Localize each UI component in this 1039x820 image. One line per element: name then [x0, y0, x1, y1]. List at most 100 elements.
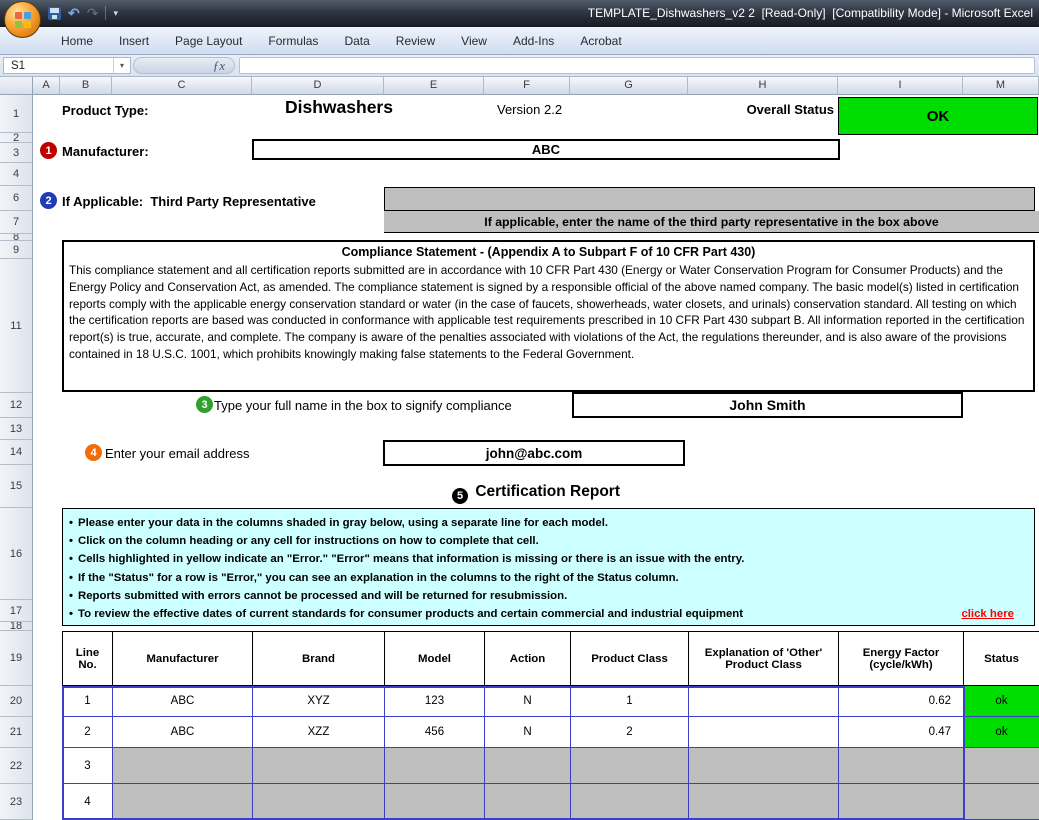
table-cell[interactable]	[689, 748, 839, 784]
table-column-header[interactable]: Product Class	[571, 632, 689, 685]
table-cell[interactable]	[385, 784, 485, 820]
table-column-header[interactable]: Action	[485, 632, 571, 685]
table-cell[interactable]: 3	[63, 748, 113, 784]
tab-acrobat[interactable]: Acrobat	[567, 27, 634, 55]
table-cell[interactable]	[689, 686, 839, 717]
table-cell[interactable]	[113, 748, 253, 784]
row-header-8[interactable]: 8	[0, 234, 32, 241]
row-header-9[interactable]: 9	[0, 241, 32, 259]
undo-icon[interactable]: ↶	[68, 3, 80, 23]
row-header-13[interactable]: 13	[0, 418, 32, 440]
formula-input[interactable]	[239, 57, 1035, 74]
row-header-6[interactable]: 6	[0, 186, 32, 211]
table-cell[interactable]	[385, 748, 485, 784]
table-cell[interactable]	[113, 784, 253, 820]
table-cell[interactable]: ABC	[113, 717, 253, 748]
row-header-12[interactable]: 12	[0, 393, 32, 418]
table-column-header[interactable]: Status	[964, 632, 1039, 685]
table-cell[interactable]	[485, 784, 571, 820]
table-cell[interactable]: 1	[63, 686, 113, 717]
table-cell[interactable]	[839, 784, 964, 820]
table-cell[interactable]: 1	[571, 686, 689, 717]
tab-review[interactable]: Review	[383, 27, 448, 55]
row-header-20[interactable]: 20	[0, 686, 32, 717]
row-header-11[interactable]: 11	[0, 259, 32, 393]
redo-icon[interactable]: ↷	[87, 3, 99, 23]
signature-input[interactable]: John Smith	[572, 392, 963, 418]
row-header-17[interactable]: 17	[0, 600, 32, 622]
table-column-header[interactable]: Line No.	[63, 632, 113, 685]
table-cell[interactable]: N	[485, 686, 571, 717]
table-cell[interactable]: 0.62	[839, 686, 964, 717]
column-header-A[interactable]: A	[33, 77, 60, 94]
chevron-down-icon[interactable]: ▾	[113, 58, 130, 73]
row-header-21[interactable]: 21	[0, 717, 32, 748]
column-header-E[interactable]: E	[384, 77, 484, 94]
column-header-H[interactable]: H	[688, 77, 838, 94]
table-cell[interactable]: XZZ	[253, 717, 385, 748]
select-all-corner[interactable]	[0, 77, 33, 94]
table-cell[interactable]	[964, 748, 1039, 784]
row-header-23[interactable]: 23	[0, 784, 32, 820]
tab-page-layout[interactable]: Page Layout	[162, 27, 255, 55]
table-cell[interactable]	[689, 717, 839, 748]
table-cell[interactable]: 0.47	[839, 717, 964, 748]
table-cell[interactable]	[485, 748, 571, 784]
table-column-header[interactable]: Manufacturer	[113, 632, 253, 685]
row-header-16[interactable]: 16	[0, 508, 32, 600]
table-column-header[interactable]: Model	[385, 632, 485, 685]
column-header-D[interactable]: D	[252, 77, 384, 94]
table-cell[interactable]	[571, 784, 689, 820]
row-header-2[interactable]: 2	[0, 133, 32, 143]
column-header-B[interactable]: B	[60, 77, 112, 94]
table-cell[interactable]: 456	[385, 717, 485, 748]
row-header-15[interactable]: 15	[0, 465, 32, 508]
tab-home[interactable]: Home	[48, 27, 106, 55]
row-header-3[interactable]: 3	[0, 143, 32, 163]
row-header-1[interactable]: 1	[0, 95, 32, 133]
table-cell[interactable]: XYZ	[253, 686, 385, 717]
row-header-7[interactable]: 7	[0, 211, 32, 234]
table-cell[interactable]: 2	[571, 717, 689, 748]
save-icon[interactable]	[48, 7, 61, 20]
table-cell[interactable]: N	[485, 717, 571, 748]
tab-add-ins[interactable]: Add-Ins	[500, 27, 567, 55]
table-column-header[interactable]: Energy Factor (cycle/kWh)	[839, 632, 964, 685]
row-header-14[interactable]: 14	[0, 440, 32, 465]
table-cell[interactable]	[839, 748, 964, 784]
table-cell[interactable]: 123	[385, 686, 485, 717]
table-cell[interactable]: ABC	[113, 686, 253, 717]
tab-insert[interactable]: Insert	[106, 27, 162, 55]
table-cell[interactable]	[253, 784, 385, 820]
table-cell[interactable]	[964, 784, 1039, 820]
table-cell[interactable]: 2	[63, 717, 113, 748]
office-button[interactable]	[4, 1, 41, 38]
column-header-G[interactable]: G	[570, 77, 688, 94]
tab-data[interactable]: Data	[331, 27, 382, 55]
table-cell[interactable]: ok	[964, 686, 1039, 717]
table-column-header[interactable]: Explanation of 'Other' Product Class	[689, 632, 839, 685]
table-cell[interactable]	[571, 748, 689, 784]
column-header-F[interactable]: F	[484, 77, 570, 94]
row-header-19[interactable]: 19	[0, 631, 32, 686]
manufacturer-input[interactable]: ABC	[252, 139, 840, 160]
table-column-header[interactable]: Brand	[253, 632, 385, 685]
third-party-input[interactable]	[384, 187, 1035, 211]
row-header-22[interactable]: 22	[0, 748, 32, 784]
row-header-18[interactable]: 18	[0, 622, 32, 631]
table-cell[interactable]	[253, 748, 385, 784]
click-here-link[interactable]: click here	[961, 605, 1014, 623]
insert-function-icon[interactable]: ƒx	[213, 58, 225, 73]
row-header-4[interactable]: 4	[0, 163, 32, 186]
table-cell[interactable]: 4	[63, 784, 113, 820]
table-cell[interactable]	[689, 784, 839, 820]
email-input[interactable]: john@abc.com	[383, 440, 685, 466]
name-box[interactable]: S1 ▾	[3, 57, 131, 74]
tab-view[interactable]: View	[448, 27, 500, 55]
column-header-C[interactable]: C	[112, 77, 252, 94]
table-cell[interactable]: ok	[964, 717, 1039, 748]
column-header-M[interactable]: M	[963, 77, 1039, 94]
customize-toolbar-icon[interactable]: ▾	[113, 8, 118, 19]
column-header-I[interactable]: I	[838, 77, 963, 94]
tab-formulas[interactable]: Formulas	[255, 27, 331, 55]
